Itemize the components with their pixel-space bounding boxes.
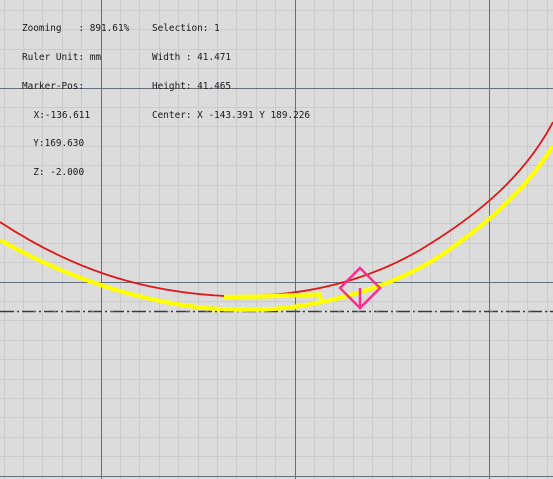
selection-panel: Selection: 1 Width : 41.471 Height: 41.4…	[152, 5, 310, 130]
marker-pos-label: Marker-Pos:	[22, 80, 85, 92]
marker-y-value: Y:169.630	[22, 138, 85, 150]
status-panel: Zooming : 891.61% Ruler Unit: mm Marker-…	[22, 5, 129, 187]
marker-z-value: Z: -2.000	[22, 167, 85, 179]
yellow-segment-path[interactable]	[223, 292, 323, 300]
zooming-label: Zooming : 891.61%	[22, 23, 130, 35]
yellow-connector-path[interactable]	[318, 295, 324, 303]
selection-center-label: Center: X -143.391 Y 189.226	[152, 109, 311, 121]
ruler-unit-label: Ruler Unit: mm	[22, 51, 102, 63]
selection-height-label: Height: 41.465	[152, 80, 232, 92]
selection-width-label: Width : 41.471	[152, 51, 232, 63]
selection-count-label: Selection: 1	[152, 23, 220, 35]
marker-x-value: X:-136.611	[28, 109, 91, 121]
